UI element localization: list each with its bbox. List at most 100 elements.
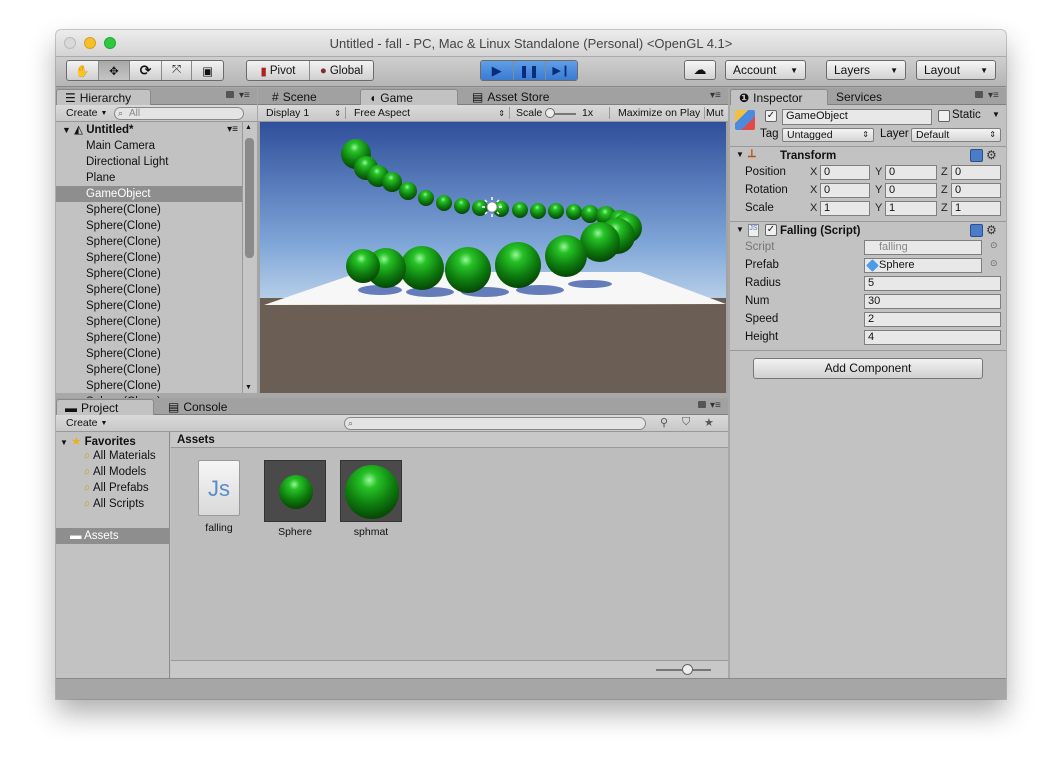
active-checkbox[interactable]: ✓ xyxy=(765,110,777,122)
layer-dropdown[interactable]: Default ⇕ xyxy=(911,128,1001,142)
hierarchy-item-sphere-clone[interactable]: Sphere(Clone) xyxy=(56,234,242,250)
layers-dropdown[interactable]: Layers ▼ xyxy=(826,60,906,80)
falling-script-header[interactable]: ▼ JS ✓ Falling (Script) ⚙ xyxy=(730,221,1006,239)
tab-services[interactable]: Services xyxy=(828,89,890,105)
tab-console[interactable]: ▤ Console xyxy=(160,399,235,415)
filter-by-label-icon[interactable]: ⛉ xyxy=(682,416,690,429)
icon-size-slider-thumb[interactable] xyxy=(682,664,693,675)
tab-project[interactable]: ▬ Project xyxy=(56,399,154,415)
fav-all-models[interactable]: ⌕ All Models xyxy=(84,466,146,479)
hierarchy-scrollbar[interactable]: ▲ ▼ xyxy=(242,122,256,393)
asset-falling[interactable]: Js falling xyxy=(196,460,242,534)
game-viewport[interactable] xyxy=(260,122,726,393)
scale-z-field[interactable]: 1 xyxy=(951,201,1001,216)
fav-all-scripts[interactable]: ⌕ All Scripts xyxy=(84,498,144,511)
mute-audio-toggle[interactable]: Mut xyxy=(706,107,724,119)
hierarchy-item-sphere-clone[interactable]: Sphere(Clone) xyxy=(56,298,242,314)
hierarchy-item-gameobject[interactable]: GameObject xyxy=(56,186,242,202)
rect-tool-button[interactable]: ▣ xyxy=(192,61,223,80)
hierarchy-search-input[interactable]: All xyxy=(114,107,244,120)
tab-inspector[interactable]: ❶ Inspector xyxy=(730,89,828,105)
gear-icon[interactable]: ⚙ xyxy=(986,148,997,162)
assets-folder-row[interactable]: ▬ Assets xyxy=(56,528,170,544)
hand-tool-button[interactable]: ✋ xyxy=(67,61,99,80)
object-picker-icon[interactable]: ⊙ xyxy=(990,240,998,251)
lock-icon[interactable] xyxy=(698,401,706,408)
script-enabled-checkbox[interactable]: ✓ xyxy=(765,224,777,236)
panel-menu-icon[interactable]: ▾≡ xyxy=(710,400,721,411)
tab-scene[interactable]: # Scene xyxy=(264,89,325,105)
radius-field[interactable]: 5 xyxy=(864,276,1001,291)
static-dropdown-icon[interactable]: ▼ xyxy=(992,110,1000,119)
cloud-button[interactable]: ☁ xyxy=(684,60,716,80)
position-z-field[interactable]: 0 xyxy=(951,165,1001,180)
display-dropdown[interactable]: Display 1 ⇕ xyxy=(266,107,346,119)
speed-field[interactable]: 2 xyxy=(864,312,1001,327)
scale-slider-thumb[interactable] xyxy=(545,108,555,118)
fav-all-prefabs[interactable]: ⌕ All Prefabs xyxy=(84,482,149,495)
tab-game[interactable]: ◖ Game xyxy=(360,89,458,105)
pivot-button[interactable]: ▮ Pivot xyxy=(247,61,311,80)
panel-menu-icon[interactable]: ▾≡ xyxy=(988,90,999,101)
object-name-field[interactable]: GameObject xyxy=(782,109,932,125)
asset-sphmat-material[interactable]: sphmat xyxy=(340,460,402,538)
hierarchy-create-button[interactable]: Create ▼ xyxy=(66,107,107,119)
rotation-y-field[interactable]: 0 xyxy=(885,183,937,198)
object-picker-icon[interactable]: ⊙ xyxy=(990,258,998,269)
height-field[interactable]: 4 xyxy=(864,330,1001,345)
favorites-row[interactable]: ▼ ★ Favorites xyxy=(60,434,136,448)
help-book-icon[interactable] xyxy=(970,224,983,237)
play-button[interactable]: ▶ xyxy=(481,61,514,80)
hierarchy-item-sphere-clone[interactable]: Sphere(Clone) xyxy=(56,314,242,330)
rotation-x-field[interactable]: 0 xyxy=(820,183,870,198)
position-y-field[interactable]: 0 xyxy=(885,165,937,180)
hierarchy-item-sphere-clone[interactable]: Sphere(Clone) xyxy=(56,330,242,346)
prefab-field[interactable]: Sphere xyxy=(864,258,982,273)
scroll-up-icon[interactable]: ▲ xyxy=(245,124,252,131)
hierarchy-item-sphere-clone[interactable]: Sphere(Clone) xyxy=(56,362,242,378)
hierarchy-item-directional-light[interactable]: Directional Light xyxy=(56,154,242,170)
hierarchy-item-sphere-clone[interactable]: Sphere(Clone) xyxy=(56,202,242,218)
step-button[interactable]: ▶❙ xyxy=(545,61,577,80)
rotate-tool-button[interactable]: ⟳ xyxy=(130,61,162,80)
scroll-down-icon[interactable]: ▼ xyxy=(245,384,252,391)
panel-menu-icon[interactable]: ▾≡ xyxy=(710,90,721,101)
rotation-z-field[interactable]: 0 xyxy=(951,183,1001,198)
project-search-input[interactable] xyxy=(344,417,646,430)
pause-button[interactable]: ❚❚ xyxy=(513,61,546,80)
num-field[interactable]: 30 xyxy=(864,294,1001,309)
filter-by-type-icon[interactable]: ⚲ xyxy=(660,416,668,429)
tab-asset-store[interactable]: ▤ Asset Store xyxy=(464,89,557,105)
hierarchy-item-sphere-clone[interactable]: Sphere(Clone) xyxy=(56,346,242,362)
add-component-button[interactable]: Add Component xyxy=(753,358,983,379)
scene-root-row[interactable]: ▼ ◭ Untitled* ▾≡ xyxy=(56,122,242,138)
aspect-dropdown[interactable]: Free Aspect ⇕ xyxy=(354,107,510,119)
account-dropdown[interactable]: Account ▼ xyxy=(725,60,806,80)
hierarchy-item-sphere-clone[interactable]: Sphere(Clone) xyxy=(56,266,242,282)
static-checkbox[interactable] xyxy=(938,110,950,122)
scale-tool-button[interactable]: ⤧ xyxy=(162,61,193,80)
hierarchy-item-sphere-clone[interactable]: Sphere(Clone) xyxy=(56,250,242,266)
scene-menu-icon[interactable]: ▾≡ xyxy=(227,122,238,138)
hierarchy-item-main-camera[interactable]: Main Camera xyxy=(56,138,242,154)
tag-dropdown[interactable]: Untagged ⇕ xyxy=(782,128,874,142)
transform-header[interactable]: ▼ ⟂ Transform ⚙ xyxy=(730,146,1006,164)
layout-dropdown[interactable]: Layout ▼ xyxy=(916,60,996,80)
scale-y-field[interactable]: 1 xyxy=(885,201,937,216)
help-book-icon[interactable] xyxy=(970,149,983,162)
hierarchy-item-sphere-clone[interactable]: Sphere(Clone) xyxy=(56,282,242,298)
scroll-thumb[interactable] xyxy=(245,138,254,258)
fav-all-materials[interactable]: ⌕ All Materials xyxy=(84,450,156,463)
global-button[interactable]: ● Global xyxy=(310,61,373,80)
project-create-button[interactable]: Create ▼ xyxy=(66,417,107,429)
position-x-field[interactable]: 0 xyxy=(820,165,870,180)
hierarchy-item-sphere-clone[interactable]: Sphere(Clone) xyxy=(56,378,242,394)
lock-icon[interactable] xyxy=(226,91,234,98)
tab-hierarchy[interactable]: ☰ Hierarchy xyxy=(56,89,151,105)
asset-sphere-prefab[interactable]: Sphere xyxy=(264,460,326,538)
hierarchy-item-sphere-clone[interactable]: Sphere(Clone) xyxy=(56,218,242,234)
panel-menu-icon[interactable]: ▾≡ xyxy=(239,90,250,101)
move-tool-button[interactable]: ✥ xyxy=(98,61,131,80)
gear-icon[interactable]: ⚙ xyxy=(986,223,997,237)
favorite-star-icon[interactable]: ★ xyxy=(704,416,714,429)
